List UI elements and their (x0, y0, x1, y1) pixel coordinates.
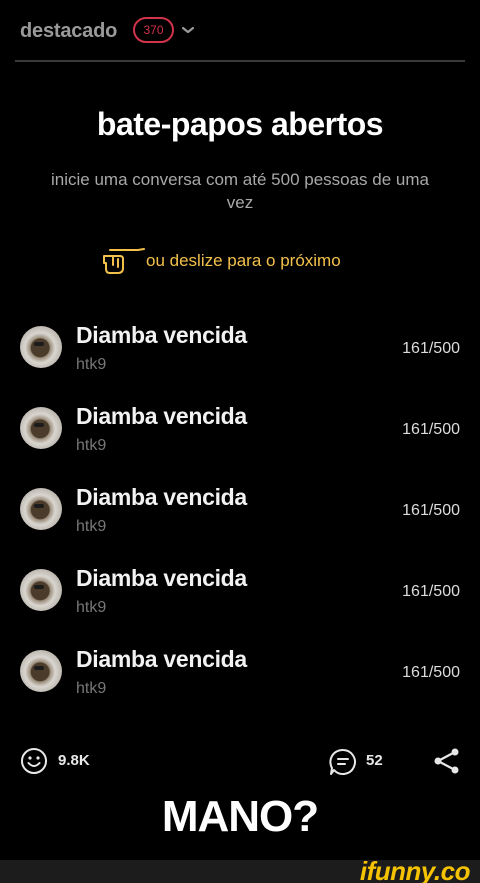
chat-host: htk9 (76, 599, 107, 616)
avatar (20, 326, 62, 368)
divider (15, 60, 465, 62)
share-icon[interactable] (432, 746, 462, 776)
ifunny-logo: ifunny.co (359, 856, 471, 883)
avatar (20, 488, 62, 530)
meme-caption: MANO? (161, 792, 319, 841)
comment-icon[interactable] (328, 747, 358, 777)
section-subtitle: inicie uma conversa com até 500 pessoas … (51, 170, 429, 212)
swipe-hint: ou deslize para o próximo (0, 246, 480, 278)
list-item[interactable]: Diamba vencida htk9 161/500 (0, 561, 480, 631)
list-item[interactable]: Diamba vencida htk9 161/500 (0, 642, 480, 712)
member-count: 161/500 (402, 664, 460, 681)
chevron-down-icon[interactable] (180, 22, 196, 38)
list-item[interactable]: Diamba vencida htk9 161/500 (0, 480, 480, 550)
swipe-hint-text: ou deslize para o próximo (146, 251, 341, 270)
chat-host: htk9 (76, 518, 107, 535)
member-count: 161/500 (402, 502, 460, 519)
member-count: 161/500 (402, 583, 460, 600)
chat-host: htk9 (76, 356, 107, 373)
notification-badge[interactable]: 370 (133, 17, 174, 43)
list-item[interactable]: Diamba vencida htk9 161/500 (0, 399, 480, 469)
avatar (20, 407, 62, 449)
list-item[interactable]: Diamba vencida htk9 161/500 (0, 318, 480, 388)
smile-icon[interactable] (20, 747, 48, 775)
member-count: 161/500 (402, 340, 460, 357)
member-count: 161/500 (402, 421, 460, 438)
avatar (20, 569, 62, 611)
like-count: 9.8K (58, 752, 90, 769)
action-bar: 9.8K 52 (0, 744, 480, 780)
chat-host: htk9 (76, 437, 107, 454)
chat-name: Diamba vencida (76, 565, 247, 591)
chat-host: htk9 (76, 680, 107, 697)
page-title[interactable]: destacado (20, 20, 117, 43)
avatar (20, 650, 62, 692)
chat-name: Diamba vencida (76, 484, 247, 510)
section-headline: bate-papos abertos (96, 106, 384, 142)
swipe-hand-icon (103, 248, 145, 274)
chat-name: Diamba vencida (76, 403, 247, 429)
comment-count: 52 (366, 752, 383, 769)
chat-name: Diamba vencida (76, 646, 247, 672)
top-bar: destacado 370 (0, 0, 480, 62)
watermark-bar: ifunny.co (0, 856, 480, 883)
chat-name: Diamba vencida (76, 322, 247, 348)
